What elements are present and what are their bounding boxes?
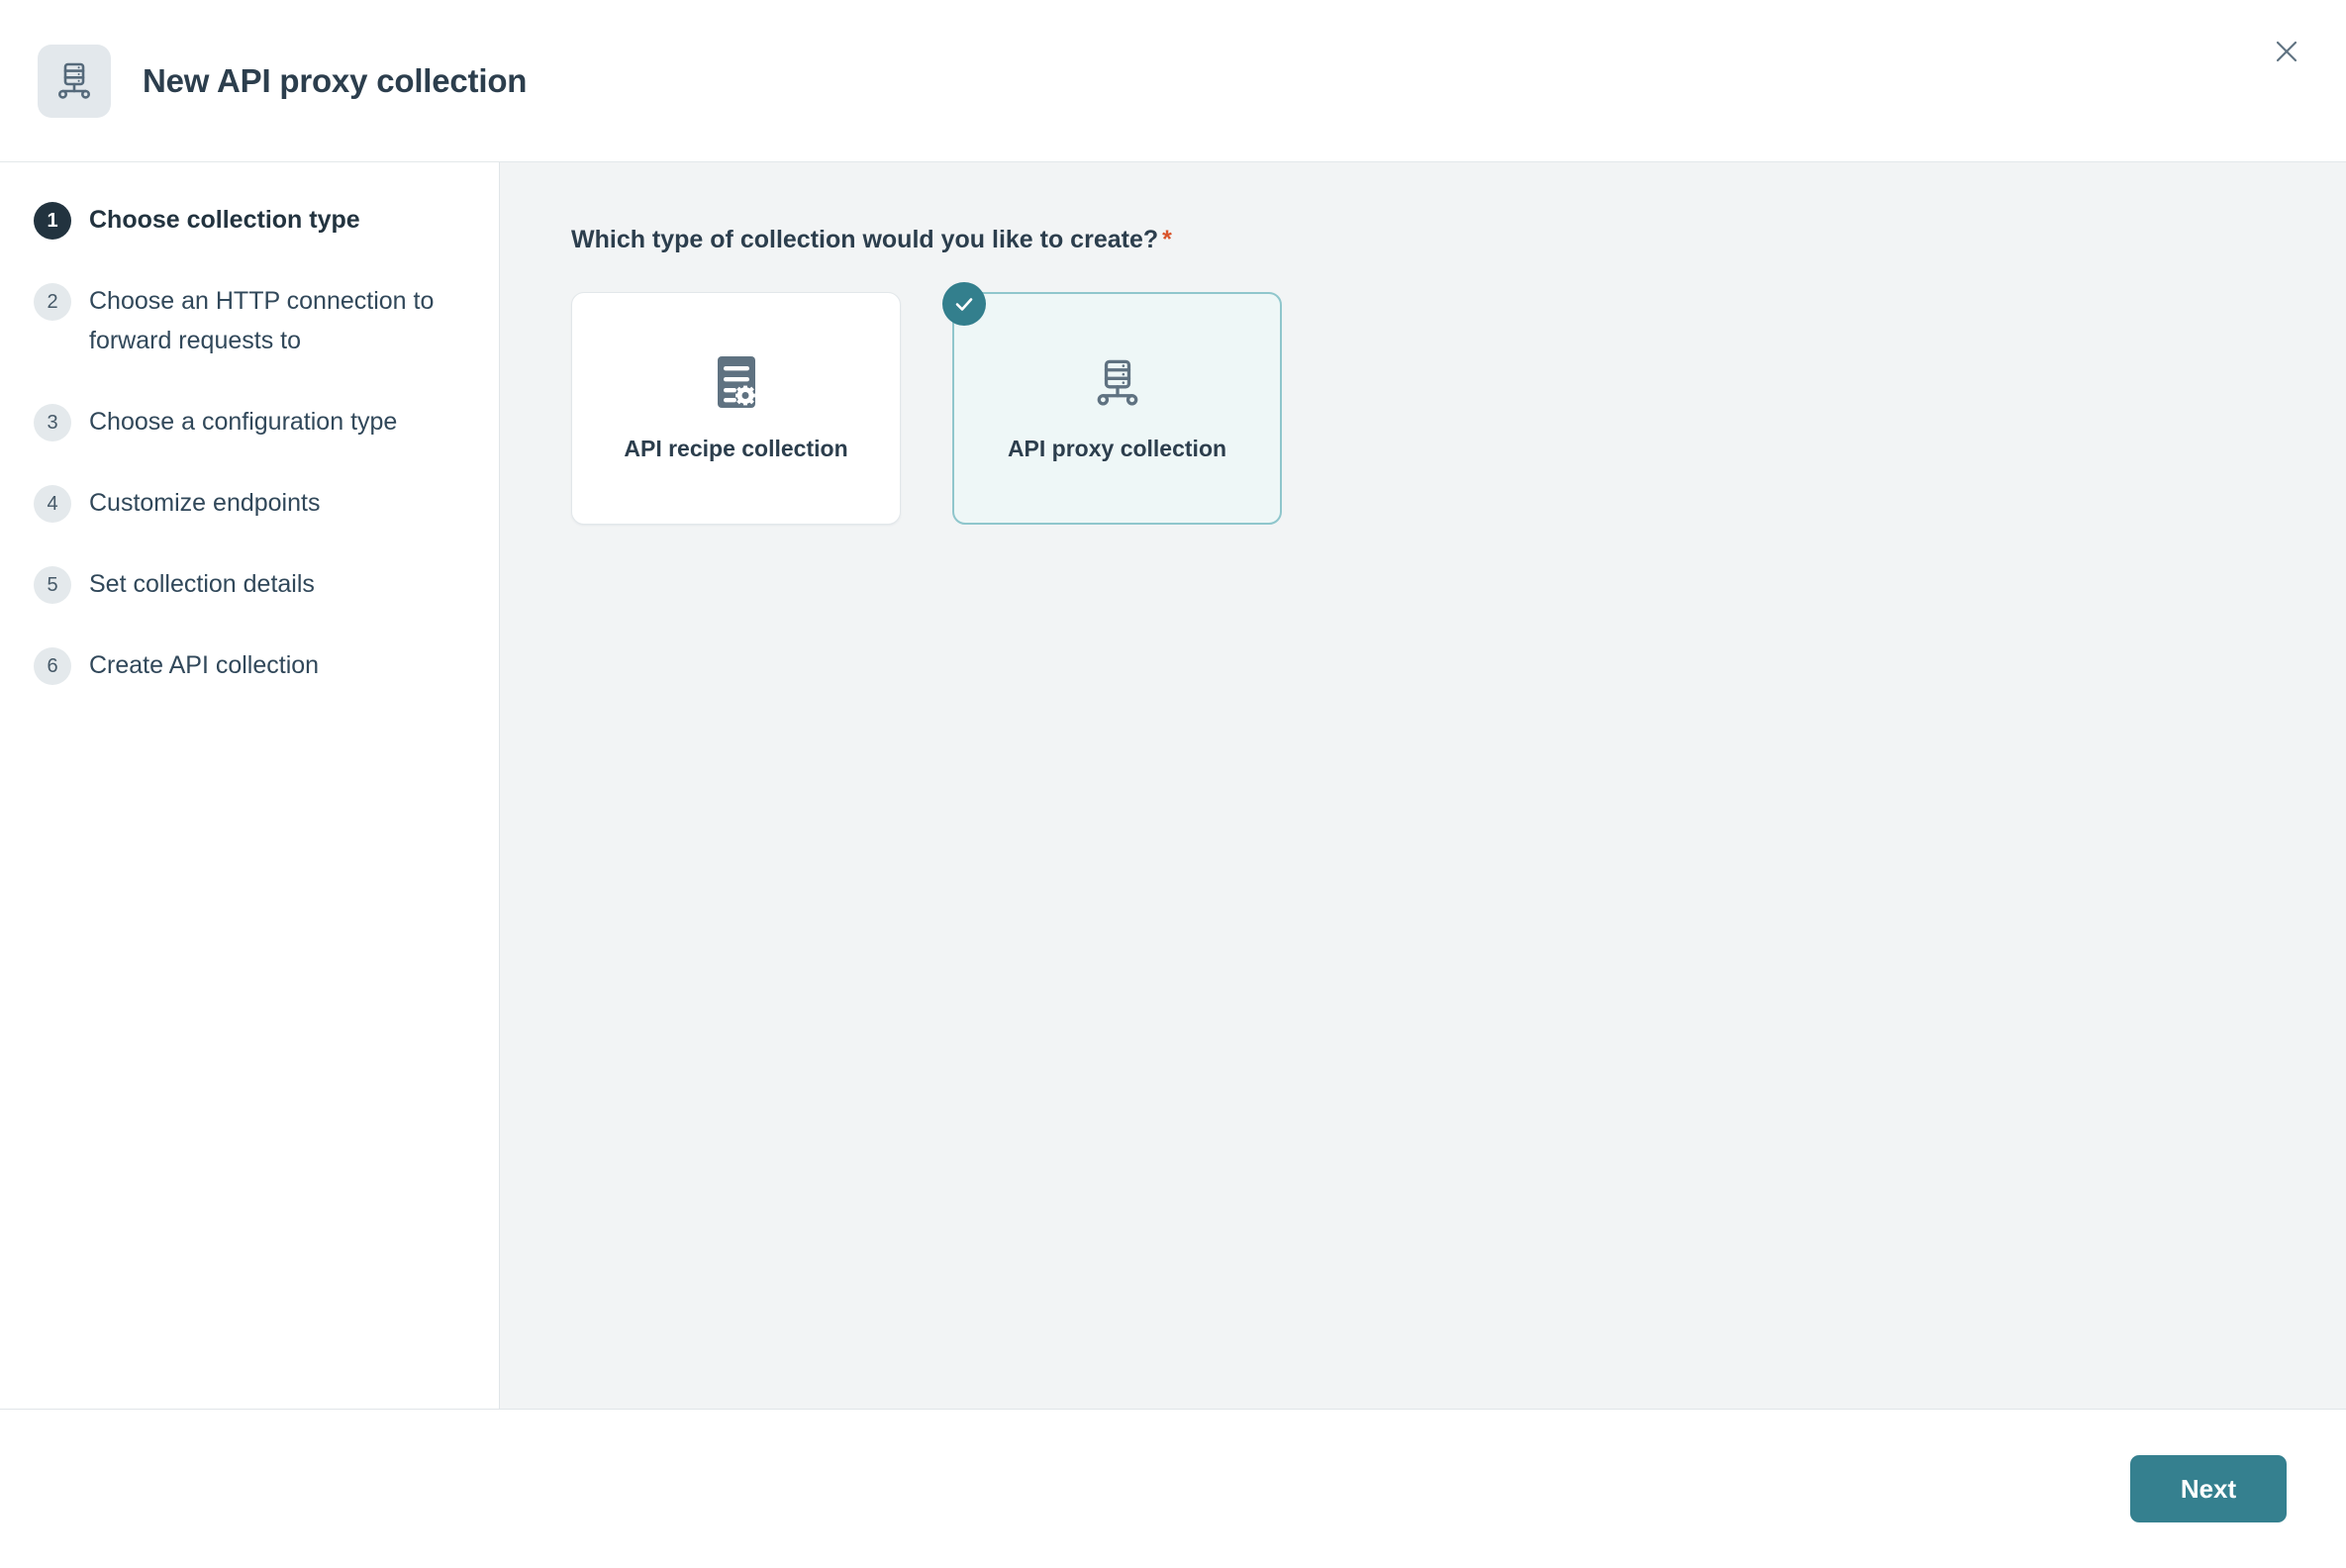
sidebar-step-4[interactable]: 4 Customize endpoints (34, 483, 465, 523)
dialog-body: 1 Choose collection type 2 Choose an HTT… (0, 162, 2346, 1410)
option-label: API proxy collection (1007, 436, 1227, 461)
option-api-recipe-collection[interactable]: API recipe collection (571, 292, 901, 525)
step-label: Customize endpoints (89, 489, 321, 517)
option-api-proxy-collection[interactable]: API proxy collection (942, 282, 1282, 525)
dialog-header: New API proxy collection (0, 0, 2346, 162)
next-button[interactable]: Next (2130, 1455, 2287, 1522)
step-number-badge: 6 (34, 647, 71, 685)
sidebar-step-3[interactable]: 3 Choose a configuration type (34, 402, 465, 441)
step-number-badge: 1 (34, 202, 71, 240)
new-api-proxy-collection-dialog: New API proxy collection 1 Choose collec… (0, 0, 2346, 1568)
step-number-badge: 4 (34, 485, 71, 523)
option-label: API recipe collection (624, 436, 848, 461)
step-number-badge: 2 (34, 283, 71, 321)
step-label: Choose an HTTP connection to forward req… (89, 287, 435, 354)
api-proxy-collection-icon (1090, 354, 1145, 412)
collection-type-options: API recipe collection API proxy collecti… (571, 282, 2346, 525)
sidebar-step-1[interactable]: 1 Choose collection type (34, 200, 465, 240)
question-text: Which type of collection would you like … (571, 226, 1159, 253)
step-number-badge: 3 (34, 404, 71, 441)
step-label: Choose collection type (89, 206, 360, 234)
wizard-steps-sidebar: 1 Choose collection type 2 Choose an HTT… (0, 162, 500, 1409)
step-label: Choose a configuration type (89, 408, 398, 436)
step-number-badge: 5 (34, 566, 71, 604)
page-title: New API proxy collection (143, 61, 528, 99)
sidebar-step-5[interactable]: 5 Set collection details (34, 564, 465, 604)
sidebar-step-6[interactable]: 6 Create API collection (34, 645, 465, 685)
dialog-footer: Next (0, 1410, 2346, 1568)
step-label: Set collection details (89, 570, 315, 598)
check-icon (942, 282, 986, 326)
api-recipe-collection-icon (710, 354, 763, 412)
step-label: Create API collection (89, 651, 320, 679)
collection-type-question: Which type of collection would you like … (571, 226, 2346, 254)
sidebar-step-2[interactable]: 2 Choose an HTTP connection to forward r… (34, 281, 465, 360)
close-icon[interactable] (2263, 28, 2310, 75)
main-content: Which type of collection would you like … (500, 162, 2346, 1409)
required-marker: * (1162, 226, 1172, 253)
api-proxy-collection-icon (38, 44, 111, 118)
